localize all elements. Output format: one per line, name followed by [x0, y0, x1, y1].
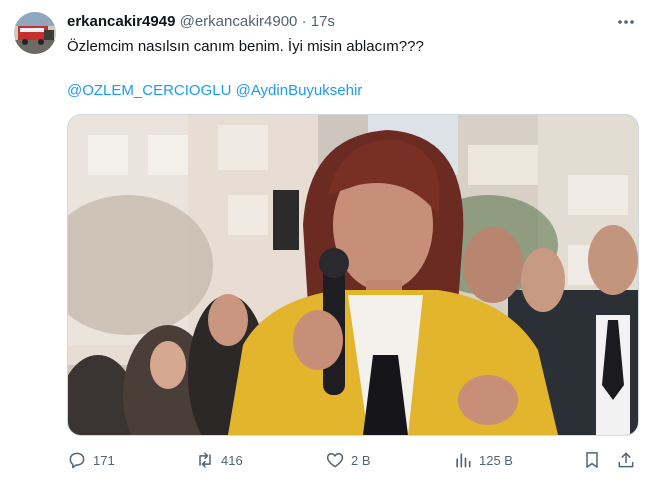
mention-link[interactable]: @AydinBuyuksehir [236, 82, 363, 99]
tweet: erkancakir4949 @erkancakir4900 · 17s Özl… [0, 0, 662, 484]
more-icon [618, 20, 634, 24]
heart-icon [326, 453, 344, 468]
tweet-media-photo[interactable] [67, 114, 639, 436]
repost-count: 416 [221, 452, 243, 468]
reply-button[interactable]: 171 [67, 448, 115, 472]
repost-icon [199, 452, 211, 468]
bar-chart-icon [456, 453, 471, 468]
tweet-mentions: @OZLEM_CERCIOGLU @AydinBuyuksehir [67, 81, 362, 101]
tweet-header: erkancakir4949 @erkancakir4900 · 17s [67, 12, 335, 32]
separator-dot: · [301, 13, 307, 30]
avatar[interactable] [14, 12, 56, 54]
tweet-text: Özlemcim nasılsın canım benim. İyi misin… [67, 38, 424, 55]
views-button[interactable]: 125 B [453, 448, 513, 472]
repost-button[interactable]: 416 [195, 448, 243, 472]
timestamp[interactable]: 17s [311, 13, 335, 30]
like-count: 2 B [351, 452, 371, 468]
bookmark-button[interactable] [582, 448, 602, 472]
share-button[interactable] [616, 448, 636, 472]
user-handle[interactable]: @erkancakir4900 [180, 13, 298, 30]
view-count: 125 B [479, 452, 513, 468]
share-icon [618, 452, 634, 468]
photo-image [68, 115, 638, 435]
bookmark-icon [586, 452, 598, 468]
reply-icon [69, 452, 85, 469]
display-name[interactable]: erkancakir4949 [67, 13, 175, 30]
like-button[interactable]: 2 B [325, 448, 371, 472]
more-options-button[interactable] [612, 12, 640, 32]
tweet-actions: 171 416 2 B 125 B [0, 448, 662, 472]
mention-link[interactable]: @OZLEM_CERCIOGLU [67, 82, 231, 99]
reply-count: 171 [93, 452, 115, 468]
avatar-image [14, 12, 56, 54]
